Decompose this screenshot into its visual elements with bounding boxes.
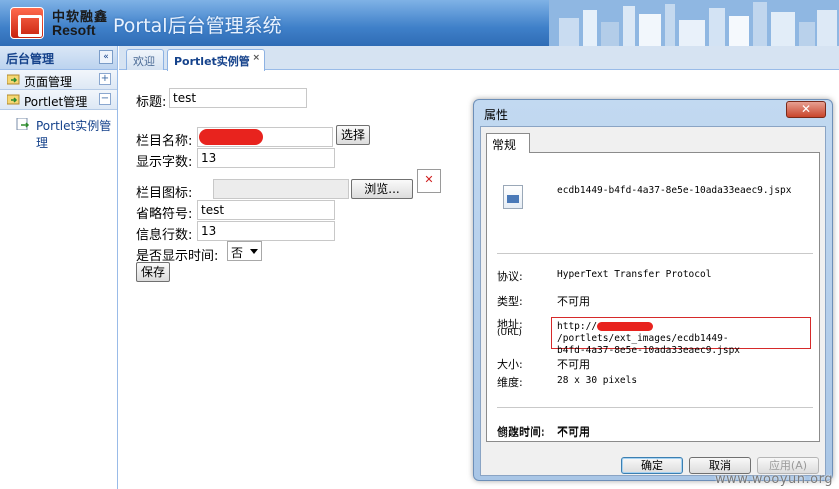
dialog-title: 属性 xyxy=(484,108,509,122)
ellipsis-input[interactable]: test xyxy=(197,200,335,220)
url-line-1: http:///portlets/ext_images/ecdb1449- xyxy=(557,321,810,345)
folder-arrow-icon xyxy=(7,74,20,85)
properties-dialog: 属性 ✕ 常规 ecdb1449-b4fd-4a37-8e5e-10ada33e… xyxy=(473,99,833,481)
protocol-value: HyperText Transfer Protocol xyxy=(557,269,712,280)
system-title: Portal后台管理系统 xyxy=(113,15,282,37)
sidebar-header: 后台管理 « xyxy=(0,46,117,70)
type-value: 不可用 xyxy=(557,295,590,308)
title-label: 标题: xyxy=(136,95,167,110)
dimensions-label: 维度: xyxy=(497,376,523,389)
ellipsis-label: 省略符号: xyxy=(136,207,193,222)
sidebar-item-portlet-management[interactable]: Portlet管理 − xyxy=(0,90,117,110)
sidebar-item-label: Portlet管理 xyxy=(24,95,88,109)
file-name: ecdb1449-b4fd-4a37-8e5e-10ada33eaec9.jsp… xyxy=(557,185,792,196)
expand-icon[interactable]: + xyxy=(99,73,111,85)
file-icon xyxy=(503,185,523,209)
tab-label: 欢迎 xyxy=(133,55,155,68)
info-rows-input[interactable]: 13 xyxy=(197,221,335,241)
modified-label: 修改时间: xyxy=(497,425,545,438)
tab-welcome[interactable]: 欢迎 xyxy=(126,49,164,70)
show-time-select[interactable]: 否 xyxy=(227,241,262,261)
sidebar-subitem-portlet-instance[interactable]: Portlet实例管理 xyxy=(0,114,117,150)
redaction-mark xyxy=(597,322,654,331)
general-panel: ecdb1449-b4fd-4a37-8e5e-10ada33eaec9.jsp… xyxy=(486,152,820,442)
sidebar-subitem-label: Portlet实例管理 xyxy=(36,119,112,150)
title-input[interactable]: test xyxy=(169,88,307,108)
city-skyline-decoration xyxy=(549,0,839,46)
redaction-mark xyxy=(199,129,263,145)
sidebar-item-page-management[interactable]: 页面管理 + xyxy=(0,70,117,90)
url-suffix: /portlets/ext_images/ecdb1449- xyxy=(557,333,729,344)
ok-button[interactable]: 确定 xyxy=(621,457,683,474)
app-header: 中软融鑫 Resoft Portal后台管理系统 xyxy=(0,0,839,46)
sidebar-item-label: 页面管理 xyxy=(24,75,73,89)
sidebar: 后台管理 « 页面管理 + Portlet管理 − Portlet实例管理 xyxy=(0,46,118,489)
display-chars-input[interactable]: 13 xyxy=(197,148,335,168)
logo-english-text: Resoft xyxy=(52,22,96,38)
folder-arrow-icon xyxy=(7,94,20,105)
divider xyxy=(497,253,813,254)
protocol-label: 协议: xyxy=(497,270,523,283)
tab-general[interactable]: 常规 xyxy=(486,133,530,153)
info-rows-label: 信息行数: xyxy=(136,228,193,243)
resoft-logo-icon xyxy=(10,7,44,39)
address-label-url: (URL) xyxy=(497,328,522,338)
dropdown-arrow-icon xyxy=(250,249,258,254)
url-line-2: b4fd-4a37-8e5e-10ada33eaec9.jspx xyxy=(557,345,741,356)
dimensions-value: 28 x 30 pixels xyxy=(557,375,638,386)
url-value[interactable]: http:///portlets/ext_images/ecdb1449- b4… xyxy=(551,317,811,356)
display-chars-label: 显示字数: xyxy=(136,155,193,170)
tab-bar: 欢迎 Portlet实例管理 × xyxy=(119,46,839,84)
close-tab-icon[interactable]: × xyxy=(252,53,260,63)
column-name-label: 栏目名称: xyxy=(136,134,193,149)
type-label: 类型: xyxy=(497,295,523,308)
collapse-sidebar-button[interactable]: « xyxy=(99,50,113,64)
dialog-body: 常规 ecdb1449-b4fd-4a37-8e5e-10ada33eaec9.… xyxy=(480,126,826,476)
broken-image-icon: ✕ xyxy=(417,169,441,193)
tab-label: 常规 xyxy=(492,138,517,152)
show-time-value: 否 xyxy=(231,246,244,260)
size-value: 不可用 xyxy=(557,358,590,371)
tab-portlet-instance-management[interactable]: Portlet实例管理 × xyxy=(167,49,265,84)
size-label: 大小: xyxy=(497,358,523,371)
column-icon-label: 栏目图标: xyxy=(136,186,193,201)
select-button[interactable]: 选择 xyxy=(336,125,370,145)
page-arrow-icon xyxy=(16,118,30,130)
collapse-icon[interactable]: − xyxy=(99,93,111,105)
url-prefix: http:// xyxy=(557,321,598,332)
save-button[interactable]: 保存 xyxy=(136,262,170,282)
modified-value: 不可用 xyxy=(557,425,590,438)
browse-button[interactable]: 浏览... xyxy=(351,179,413,199)
sidebar-title: 后台管理 xyxy=(6,52,55,66)
divider xyxy=(497,407,813,408)
column-icon-file-input[interactable] xyxy=(213,179,349,199)
watermark: www.wooyun.org xyxy=(714,472,833,487)
close-icon[interactable]: ✕ xyxy=(786,101,826,118)
